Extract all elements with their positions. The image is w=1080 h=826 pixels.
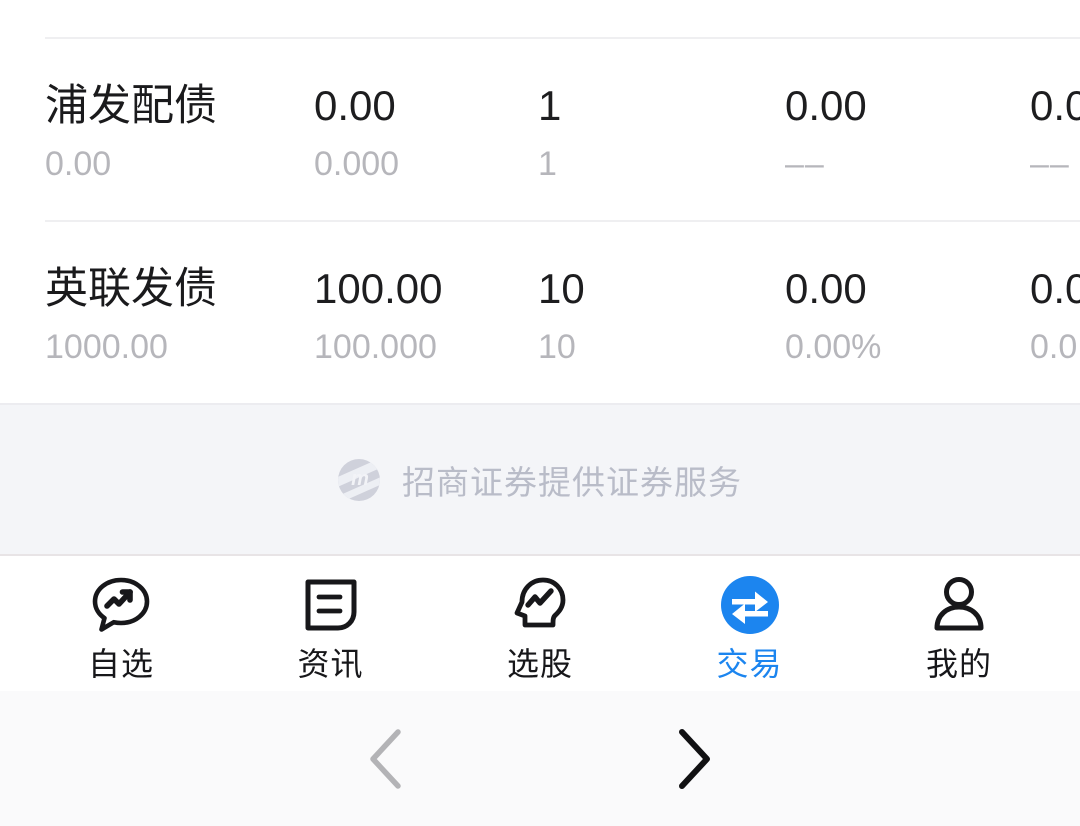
tab-label: 我的 (925, 646, 992, 682)
cell-extra: 0.0 –– (1030, 81, 1080, 187)
cell-extra: 0.0 0.0 (1030, 264, 1080, 370)
forward-button[interactable] (650, 717, 734, 801)
cost-value: 0.000 (314, 145, 400, 183)
cell-quantity: 10 10 (538, 264, 585, 370)
tab-watchlist[interactable]: 自选 (36, 556, 206, 683)
user-icon (924, 574, 994, 636)
profit-ratio-value: –– (785, 145, 825, 183)
cell-name: 浦发配债 0.00 (45, 81, 217, 187)
tab-news[interactable]: 资讯 (246, 556, 416, 683)
cost-value: 100.000 (314, 328, 437, 366)
back-button[interactable] (346, 717, 430, 801)
tab-label: 交易 (716, 646, 783, 682)
tab-label: 自选 (87, 646, 154, 682)
table-row[interactable]: 英联发债 1000.00 100.00 100.000 10 10 0.00 0… (0, 222, 1080, 403)
available-quantity-value: 10 (538, 328, 576, 366)
zhaoshang-securities-logo-icon: m (338, 458, 380, 501)
cell-profit: 0.00 –– (785, 81, 867, 187)
stock-market-value: 1000.00 (45, 328, 168, 366)
cell-quantity: 1 1 (538, 81, 561, 187)
holdings-list: 浦发配债 0.00 0.00 0.000 1 1 0.00 –– 0.0 –– … (0, 0, 1080, 403)
cell-price: 100.00 100.000 (314, 264, 442, 370)
head-chart-icon (505, 574, 575, 636)
table-row[interactable]: 浦发配债 0.00 0.00 0.000 1 1 0.00 –– 0.0 –– (0, 39, 1080, 222)
stock-name: 英联发债 (45, 265, 217, 313)
price-value: 0.00 (314, 82, 396, 129)
quantity-value: 1 (538, 82, 562, 129)
extra-value: 0.0 (1030, 82, 1080, 129)
cell-profit: 0.00 0.00% (785, 264, 881, 370)
extra-value: 0.0 (1030, 265, 1080, 312)
quantity-value: 10 (538, 265, 585, 312)
document-lines-icon (296, 574, 366, 636)
chat-chart-icon (86, 574, 156, 636)
bottom-tab-bar: 自选 资讯 选股 交易 我的 (0, 554, 1080, 691)
logo-mark: m (351, 468, 369, 490)
profit-ratio-value: 0.00% (785, 328, 882, 366)
broker-service-banner: m 招商证券提供证券服务 (0, 403, 1080, 554)
cell-price: 0.00 0.000 (314, 81, 399, 187)
price-value: 100.00 (314, 265, 443, 312)
tab-trade[interactable]: 交易 (665, 556, 835, 683)
tab-mine[interactable]: 我的 (874, 556, 1044, 683)
exchange-arrows-icon (715, 574, 785, 636)
cell-name: 英联发债 1000.00 (45, 264, 217, 370)
tab-stock-picker[interactable]: 选股 (455, 556, 625, 683)
extra-ratio-value: 0.0 (1030, 328, 1078, 366)
profit-value: 0.00 (785, 265, 867, 312)
stock-name: 浦发配债 (45, 82, 217, 130)
stock-market-value: 0.00 (45, 145, 112, 183)
tab-label: 选股 (506, 646, 573, 682)
profit-value: 0.00 (785, 82, 867, 129)
tab-label: 资讯 (297, 646, 364, 682)
app-screen: 浦发配债 0.00 0.00 0.000 1 1 0.00 –– 0.0 –– … (0, 0, 1080, 826)
extra-ratio-value: –– (1030, 145, 1070, 183)
broker-service-text: 招商证券提供证券服务 (402, 463, 742, 501)
available-quantity-value: 1 (538, 145, 557, 183)
system-navigation-bar (0, 691, 1080, 826)
